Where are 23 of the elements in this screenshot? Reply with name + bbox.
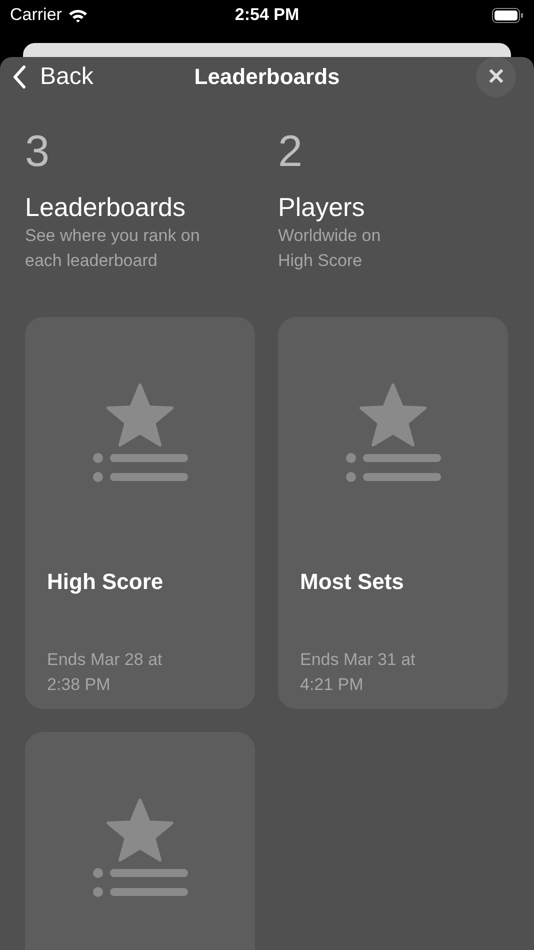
leaderboard-title: High Score <box>47 569 164 595</box>
leaderboard-title: Most Sets <box>300 569 405 595</box>
stat-caption: Worldwide on High Score <box>278 225 382 272</box>
status-time: 2:54 PM <box>234 5 300 25</box>
stat-value: 2 <box>278 127 304 177</box>
leaderboard-card[interactable]: High Score Ends Mar 28 at 2:38 PM <box>25 317 255 709</box>
end-date: Ends Mar 31 at 4:21 PM <box>300 649 416 696</box>
wifi-icon <box>68 8 88 22</box>
close-button[interactable]: ✕ <box>476 57 516 97</box>
chevron-left-icon <box>12 65 26 89</box>
battery-icon <box>492 8 524 22</box>
end-date: Ends Mar 28 at 2:38 PM <box>47 649 164 696</box>
star-list-icon <box>92 383 188 483</box>
stat-label: Leaderboards <box>25 191 186 223</box>
star-list-icon <box>345 383 441 483</box>
back-button[interactable]: Back <box>12 63 94 91</box>
leaderboard-card[interactable]: Most Sets Ends Mar 31 at 4:21 PM <box>278 317 508 709</box>
star-list-icon <box>92 798 188 898</box>
stat-caption: See where you rank on each leaderboard <box>25 225 201 272</box>
nav-title: Leaderboards <box>194 64 340 90</box>
stat-label: Players <box>278 191 366 223</box>
stat-value: 3 <box>25 127 50 177</box>
carrier-label: Carrier <box>10 5 62 25</box>
